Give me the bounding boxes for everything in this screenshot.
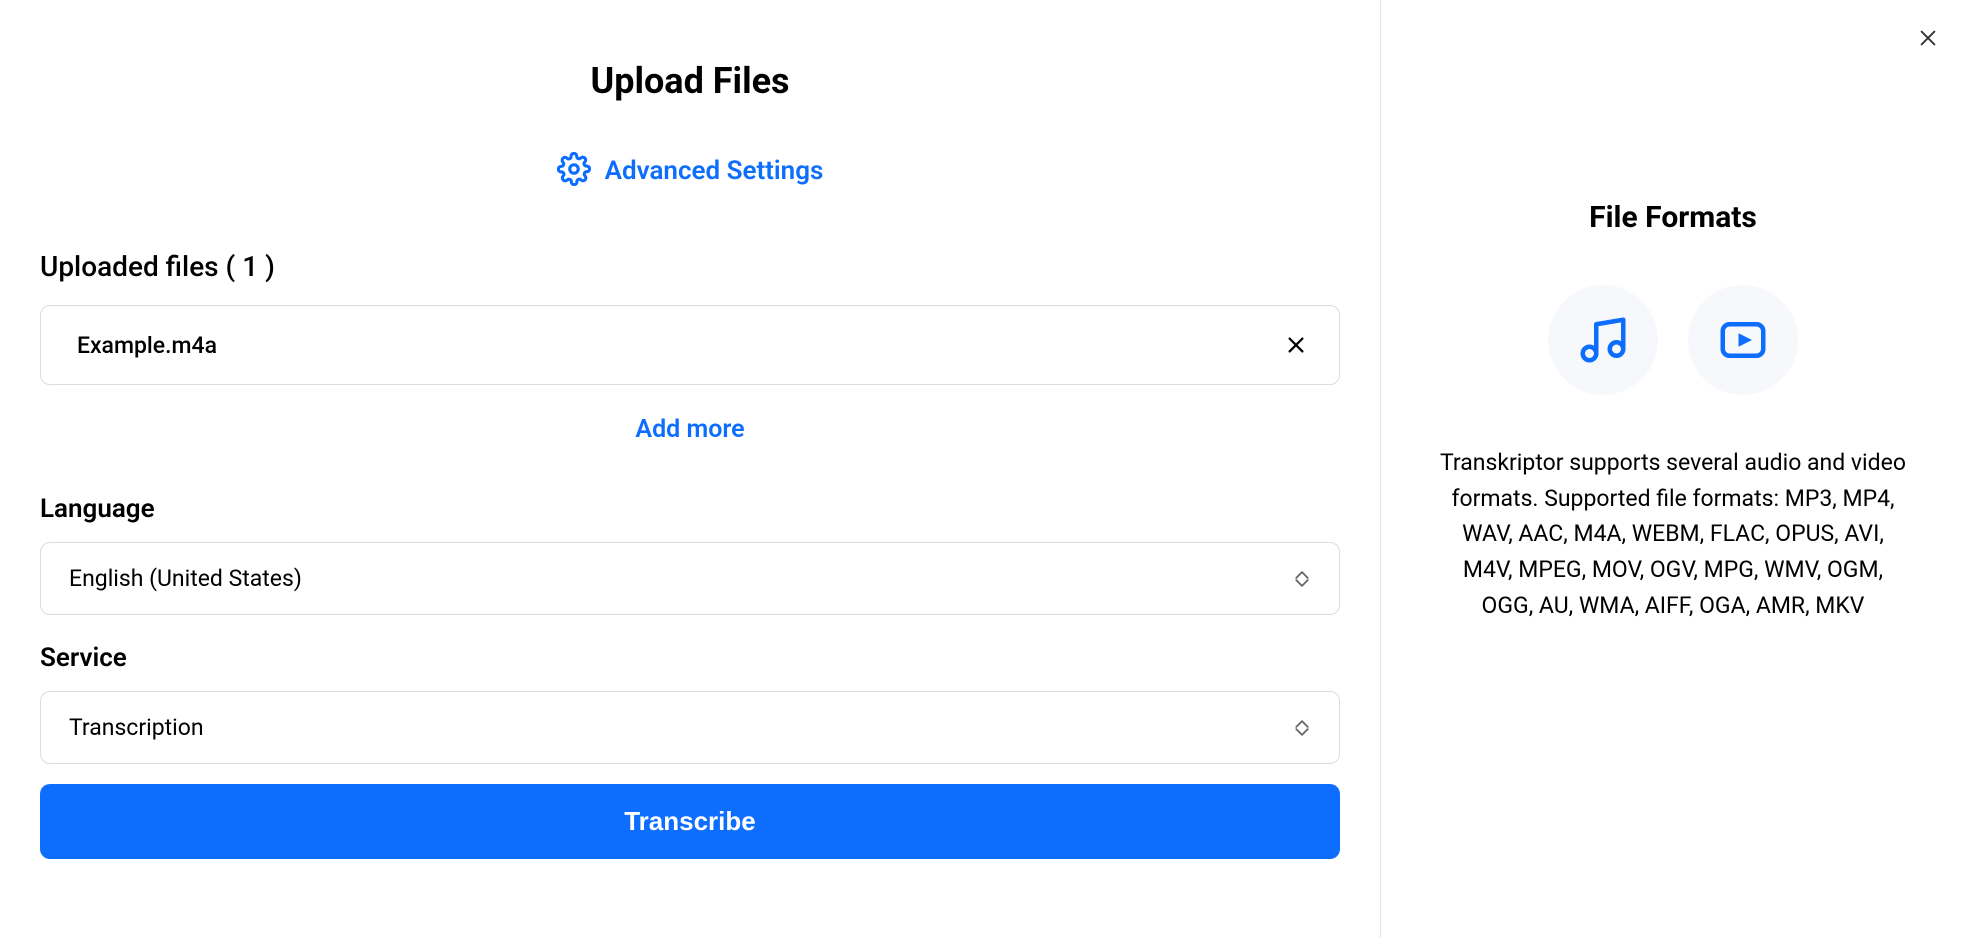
service-selected-value: Transcription — [69, 714, 204, 741]
chevron-up-down-icon — [1293, 716, 1311, 740]
file-formats-panel: File Formats Transkriptor supports sever… — [1380, 0, 1966, 938]
close-icon — [1917, 27, 1939, 49]
video-icon — [1716, 313, 1770, 367]
advanced-settings-button[interactable]: Advanced Settings — [40, 152, 1340, 190]
language-selected-value: English (United States) — [69, 565, 302, 592]
transcribe-button[interactable]: Transcribe — [40, 784, 1340, 859]
file-formats-title: File Formats — [1440, 200, 1906, 235]
chevron-up-down-icon — [1293, 567, 1311, 591]
close-dialog-button[interactable] — [1910, 20, 1946, 56]
format-icons-row — [1440, 285, 1906, 395]
upload-panel: Upload Files Advanced Settings Uploaded … — [0, 0, 1380, 938]
music-icon — [1576, 313, 1630, 367]
uploaded-file-row: Example.m4a — [40, 305, 1340, 385]
close-icon — [1285, 334, 1307, 356]
service-label: Service — [40, 643, 1340, 673]
add-more-button[interactable]: Add more — [40, 415, 1340, 444]
advanced-settings-label: Advanced Settings — [605, 156, 824, 186]
page-title: Upload Files — [40, 60, 1340, 102]
video-format-icon-circle — [1688, 285, 1798, 395]
uploaded-file-name: Example.m4a — [77, 332, 217, 359]
service-select[interactable]: Transcription — [40, 691, 1340, 764]
audio-format-icon-circle — [1548, 285, 1658, 395]
language-label: Language — [40, 494, 1340, 524]
language-select[interactable]: English (United States) — [40, 542, 1340, 615]
remove-file-button[interactable] — [1281, 330, 1311, 360]
uploaded-files-heading: Uploaded files ( 1 ) — [40, 250, 1340, 283]
file-formats-description: Transkriptor supports several audio and … — [1440, 445, 1906, 623]
gear-icon — [557, 152, 591, 190]
